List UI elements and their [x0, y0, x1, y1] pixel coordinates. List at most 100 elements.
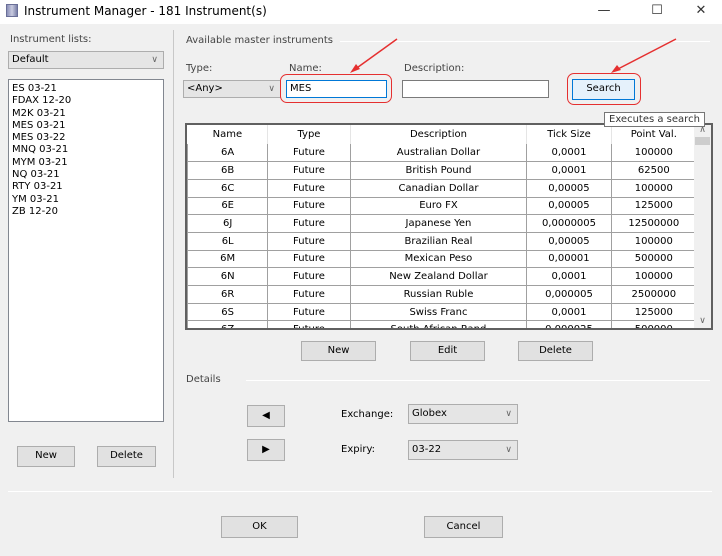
table-cell: 6B [187, 161, 269, 180]
table-cell: 0,0001 [526, 303, 612, 322]
table-cell: 6R [187, 285, 269, 304]
name-label: Name: [289, 63, 322, 74]
list-delete-button[interactable]: Delete [97, 446, 156, 467]
type-label: Type: [186, 63, 213, 74]
instruments-grid[interactable]: Name Type Description Tick Size Point Val. 6… [185, 123, 713, 330]
table-cell: Future [267, 232, 351, 251]
cancel-button[interactable]: Cancel [424, 516, 503, 538]
table-row[interactable]: 6B Future British Pound 0,0001 62500 [187, 161, 698, 180]
instrument-list-value: Default [12, 54, 49, 65]
previous-button[interactable]: ◀ [247, 405, 285, 427]
instrument-list[interactable]: ES 03-21 FDAX 12-20 M2K 03-21 MES 03-21 MES … [8, 79, 164, 422]
instrument-list-item[interactable]: FDAX 12-20 [12, 95, 160, 107]
instrument-edit-button[interactable]: Edit [410, 341, 485, 361]
arrow-to-name-icon [350, 38, 398, 73]
table-cell: South African Rand [349, 320, 528, 328]
table-row[interactable]: 6S Future Swiss Franc 0,0001 125000 [187, 303, 698, 322]
minimize-button[interactable]: — [589, 2, 619, 20]
description-label: Description: [404, 63, 465, 74]
scroll-thumb[interactable] [695, 137, 710, 145]
instrument-list-item[interactable]: ZB 12-20 [12, 206, 160, 218]
type-value: <Any> [187, 83, 223, 94]
list-new-button[interactable]: New [17, 446, 75, 467]
scroll-down-icon[interactable]: ∨ [694, 316, 711, 326]
instrument-list-item[interactable]: RTY 03-21 [12, 181, 160, 193]
table-cell: 100000 [610, 179, 698, 198]
expiry-value: 03-22 [412, 444, 442, 455]
chevron-down-icon: ∨ [151, 55, 158, 65]
app-icon [6, 4, 18, 17]
instrument-list-item[interactable]: NQ 03-21 [12, 169, 160, 181]
instrument-list-item[interactable]: YM 03-21 [12, 194, 160, 206]
instrument-new-button[interactable]: New [301, 341, 376, 361]
instrument-lists-label: Instrument lists: [10, 34, 92, 45]
table-cell: Japanese Yen [349, 214, 528, 233]
table-cell: New Zealand Dollar [349, 267, 528, 286]
table-cell: Future [267, 267, 351, 286]
chevron-down-icon: ∨ [505, 445, 512, 455]
table-cell: 6E [187, 197, 269, 216]
table-cell: Australian Dollar [349, 144, 528, 163]
table-cell: Brazilian Real [349, 232, 528, 251]
table-cell: 6S [187, 303, 269, 322]
details-divider [246, 380, 710, 381]
description-input[interactable] [402, 80, 549, 98]
table-cell: 0,00005 [526, 197, 612, 216]
instrument-list-item[interactable]: MYM 03-21 [12, 157, 160, 169]
table-row[interactable]: 6M Future Mexican Peso 0,00001 500000 [187, 250, 698, 269]
column-header[interactable]: Tick Size [526, 125, 612, 144]
table-row[interactable]: 6C Future Canadian Dollar 0,00005 100000 [187, 179, 698, 198]
panel-divider [173, 30, 174, 478]
table-cell: 6C [187, 179, 269, 198]
table-cell: 6Z [187, 320, 269, 328]
instrument-delete-button[interactable]: Delete [518, 341, 593, 361]
table-row[interactable]: 6J Future Japanese Yen 0,0000005 12500000 [187, 214, 698, 233]
master-section-label: Available master instruments [186, 35, 333, 46]
column-header[interactable]: Point Val. [611, 125, 698, 144]
table-cell: 100000 [610, 267, 698, 286]
table-cell: British Pound [349, 161, 528, 180]
window-title: Instrument Manager - 181 Instrument(s) [24, 4, 267, 18]
table-cell: 0,0001 [526, 144, 612, 163]
close-button[interactable]: ✕ [686, 2, 716, 20]
table-cell: 0,00005 [526, 179, 612, 198]
instrument-list-item[interactable]: ES 03-21 [12, 83, 160, 95]
instrument-list-item[interactable]: MES 03-22 [12, 132, 160, 144]
table-cell: 6L [187, 232, 269, 251]
table-row[interactable]: 6A Future Australian Dollar 0,0001 100000 [187, 144, 698, 163]
expiry-select[interactable]: 03-22 ∨ [408, 440, 518, 460]
grid-scrollbar[interactable]: ∧ ∨ [694, 125, 711, 328]
table-cell: Euro FX [349, 197, 528, 216]
table-cell: 6N [187, 267, 269, 286]
instrument-list-item[interactable]: MES 03-21 [12, 120, 160, 132]
table-cell: Future [267, 144, 351, 163]
name-highlight [280, 74, 392, 103]
table-row[interactable]: 6R Future Russian Ruble 0,000005 2500000 [187, 285, 698, 304]
column-header[interactable]: Type [267, 125, 351, 144]
instrument-list-select[interactable]: Default ∨ [8, 51, 164, 69]
table-cell: 100000 [610, 144, 698, 163]
maximize-button[interactable]: ☐ [642, 2, 672, 20]
table-row[interactable]: 6Z Future South African Rand 0,000025 500000 [187, 320, 698, 328]
table-cell: 0,000005 [526, 285, 612, 304]
table-row[interactable]: 6L Future Brazilian Real 0,00005 100000 [187, 232, 698, 251]
search-tooltip: Executes a search [604, 112, 705, 127]
chevron-down-icon: ∨ [268, 84, 275, 94]
instrument-list-item[interactable]: M2K 03-21 [12, 108, 160, 120]
table-row[interactable]: 6N Future New Zealand Dollar 0,0001 100000 [187, 267, 698, 286]
table-cell: Future [267, 250, 351, 269]
footer-divider [8, 491, 712, 492]
column-header[interactable]: Description [350, 125, 528, 144]
ok-button[interactable]: OK [221, 516, 298, 538]
next-button[interactable]: ▶ [247, 439, 285, 461]
table-cell: Swiss Franc [349, 303, 528, 322]
table-cell: Future [267, 285, 351, 304]
type-select[interactable]: <Any> ∨ [183, 80, 281, 98]
instrument-list-item[interactable]: MNQ 03-21 [12, 144, 160, 156]
exchange-select[interactable]: Globex ∨ [408, 404, 518, 424]
table-cell: 0,0000005 [526, 214, 612, 233]
table-cell: 6A [187, 144, 269, 163]
table-row[interactable]: 6E Future Euro FX 0,00005 125000 [187, 197, 698, 216]
details-label: Details [186, 374, 221, 385]
column-header[interactable]: Name [187, 125, 269, 144]
